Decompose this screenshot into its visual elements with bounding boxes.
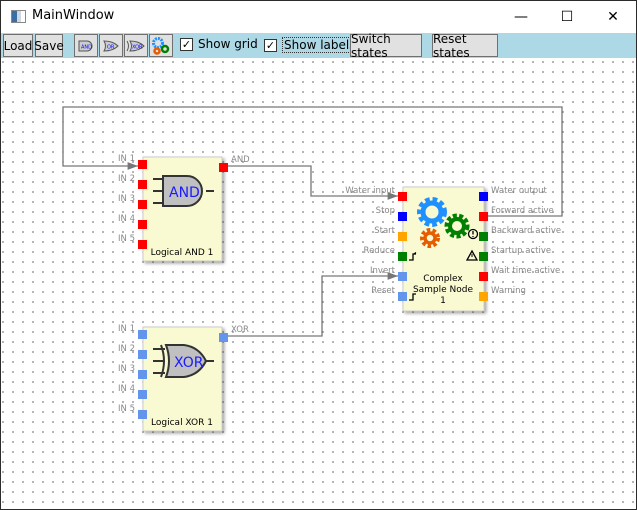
node-canvas[interactable]: AND Logical AND 1 IN 1 IN 2 IN 3 IN 4 IN 5 AN… [1,58,636,509]
input-port[interactable] [138,370,147,379]
input-port[interactable] [138,220,147,229]
input-port[interactable] [138,180,147,189]
input-port[interactable] [138,390,147,399]
show-labels-label: Show labels [282,37,358,53]
and-gate-icon: AND [78,40,93,51]
and-node[interactable]: AND Logical AND 1 IN 1 IN 2 IN 3 IN 4 IN 5 AN… [118,154,250,262]
port-label: IN 4 [118,214,135,224]
output-port[interactable] [479,252,488,261]
svg-text:XOR: XOR [132,44,143,50]
title-bar: MainWindow — ☐ ✕ [1,1,636,32]
port-label: Reset [371,286,395,296]
xor-gate-icon: XOR [126,39,145,52]
input-port[interactable] [138,350,147,359]
show-labels-checkbox[interactable]: ✓ Show labels [264,37,358,53]
input-port[interactable] [138,330,147,339]
port-label: Water input [345,186,395,196]
port-label: Invert [370,266,396,276]
gears-icon [152,36,170,55]
port-label: IN 2 [118,344,135,354]
svg-text:AND: AND [169,185,200,201]
close-button[interactable]: ✕ [590,1,636,32]
port-label: Start [374,226,395,236]
wire-xor-to-invert[interactable] [227,272,398,337]
port-label: IN 5 [118,234,135,244]
add-complex-node-button[interactable] [149,34,173,57]
checkmark-icon: ✓ [264,38,277,52]
port-label: IN 1 [118,154,135,164]
app-icon [11,10,26,23]
add-xor-button[interactable]: XOR [124,34,148,57]
output-port[interactable] [479,192,488,201]
port-label: AND [231,155,250,165]
output-port[interactable] [479,232,488,241]
complex-node-title: Sample Node [413,285,474,295]
maximize-button[interactable]: ☐ [544,1,590,32]
input-port[interactable] [398,212,407,221]
save-button[interactable]: Save [34,34,64,57]
port-label: IN 3 [118,194,135,204]
input-port[interactable] [398,232,407,241]
port-label: IN 1 [118,324,135,334]
port-label: Water output [491,186,548,196]
svg-text:OR: OR [107,44,115,50]
output-port[interactable] [219,163,228,172]
svg-text:AND: AND [81,44,92,50]
port-label: IN 3 [118,364,135,374]
complex-node[interactable]: Complex Sample Node 1 Water input Stop Sta… [345,186,561,312]
input-port[interactable] [138,160,147,169]
output-port[interactable] [479,292,488,301]
toolbar: Load Save AND OR XOR ✓ Show grid ✓ Show la… [1,32,636,60]
show-grid-checkbox[interactable]: ✓ Show grid [180,37,258,51]
output-port[interactable] [479,212,488,221]
input-port[interactable] [398,192,407,201]
complex-node-title: Complex [423,274,463,284]
minimize-button[interactable]: — [498,1,544,32]
and-node-title: Logical AND 1 [151,248,214,258]
input-port[interactable] [138,200,147,209]
input-port[interactable] [398,272,407,281]
port-label: IN 5 [118,404,135,414]
port-label: XOR [231,325,249,335]
output-port[interactable] [219,333,228,342]
input-port[interactable] [138,240,147,249]
show-grid-label: Show grid [198,37,258,51]
xor-node-title: Logical XOR 1 [151,418,213,428]
switch-states-button[interactable]: Switch states [350,32,422,60]
reset-states-button[interactable]: Reset states [432,32,498,60]
or-gate-icon: OR [103,39,119,52]
port-label: Stop [376,206,395,216]
port-label: IN 2 [118,174,135,184]
port-label: Backward active [491,226,561,236]
port-label: Warning [491,286,526,296]
diagram: AND Logical AND 1 IN 1 IN 2 IN 3 IN 4 IN 5 AN… [62,106,563,432]
output-port[interactable] [479,272,488,281]
complex-node-title: 1 [440,296,446,306]
input-port[interactable] [398,292,407,301]
window-title: MainWindow [32,8,115,23]
main-window: MainWindow — ☐ ✕ Load Save AND OR XOR ✓ S… [0,0,637,510]
port-label: Reduce [364,246,395,256]
port-label: IN 4 [118,384,135,394]
port-label: Forward active [491,206,554,216]
xor-node[interactable]: XOR Logical XOR 1 IN 1 IN 2 IN 3 IN 4 IN 5 XO… [118,324,249,432]
svg-text:XOR: XOR [174,355,204,371]
load-button[interactable]: Load [3,34,33,57]
port-label: Startup active [491,246,551,256]
input-port[interactable] [398,252,407,261]
add-and-button[interactable]: AND [74,34,98,57]
checkmark-icon: ✓ [180,37,193,51]
input-port[interactable] [138,410,147,419]
port-label: Wait time active [491,266,560,276]
add-or-button[interactable]: OR [99,34,123,57]
